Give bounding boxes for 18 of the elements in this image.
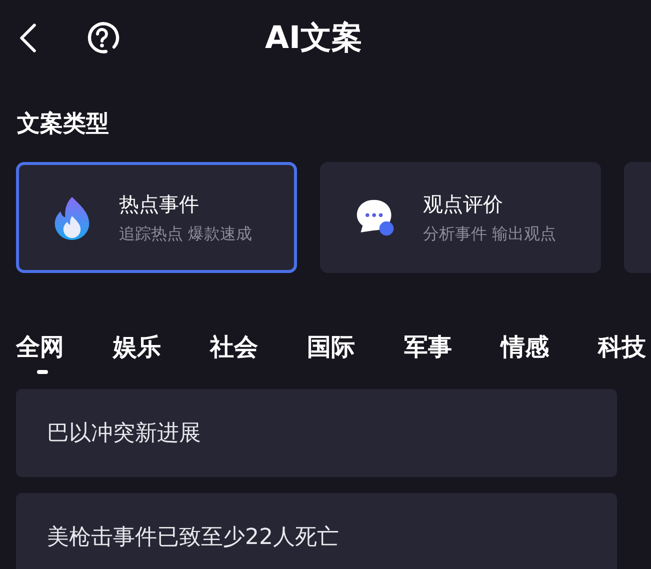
back-icon[interactable] bbox=[17, 21, 39, 55]
type-card[interactable]: 观点评价 分析事件 输出观点 bbox=[320, 162, 601, 273]
card-title: 热点事件 bbox=[119, 190, 200, 218]
category-tab[interactable]: 军事 bbox=[404, 330, 452, 364]
category-tab[interactable]: 国际 bbox=[307, 330, 355, 364]
topic-item[interactable]: 美枪击事件已致至少22人死亡 bbox=[16, 493, 617, 569]
card-subtitle: 追踪热点 爆款速成 bbox=[119, 222, 252, 244]
page-title: AI文案 bbox=[265, 19, 363, 58]
topic-item[interactable]: 巴以冲突新进展 bbox=[16, 389, 617, 477]
category-tab[interactable]: 社会 bbox=[210, 330, 258, 364]
section-title: 文案类型 bbox=[17, 110, 110, 139]
type-card[interactable]: 热点事件 追踪热点 爆款速成 bbox=[16, 162, 297, 273]
category-tab[interactable]: 情感 bbox=[501, 330, 549, 364]
category-tab[interactable]: 娱乐 bbox=[113, 330, 161, 364]
category-tab[interactable]: 全网 bbox=[16, 330, 64, 364]
category-tab[interactable]: 科技 bbox=[598, 330, 646, 364]
card-title: 观点评价 bbox=[423, 190, 504, 218]
card-subtitle: 分析事件 输出观点 bbox=[423, 222, 556, 244]
